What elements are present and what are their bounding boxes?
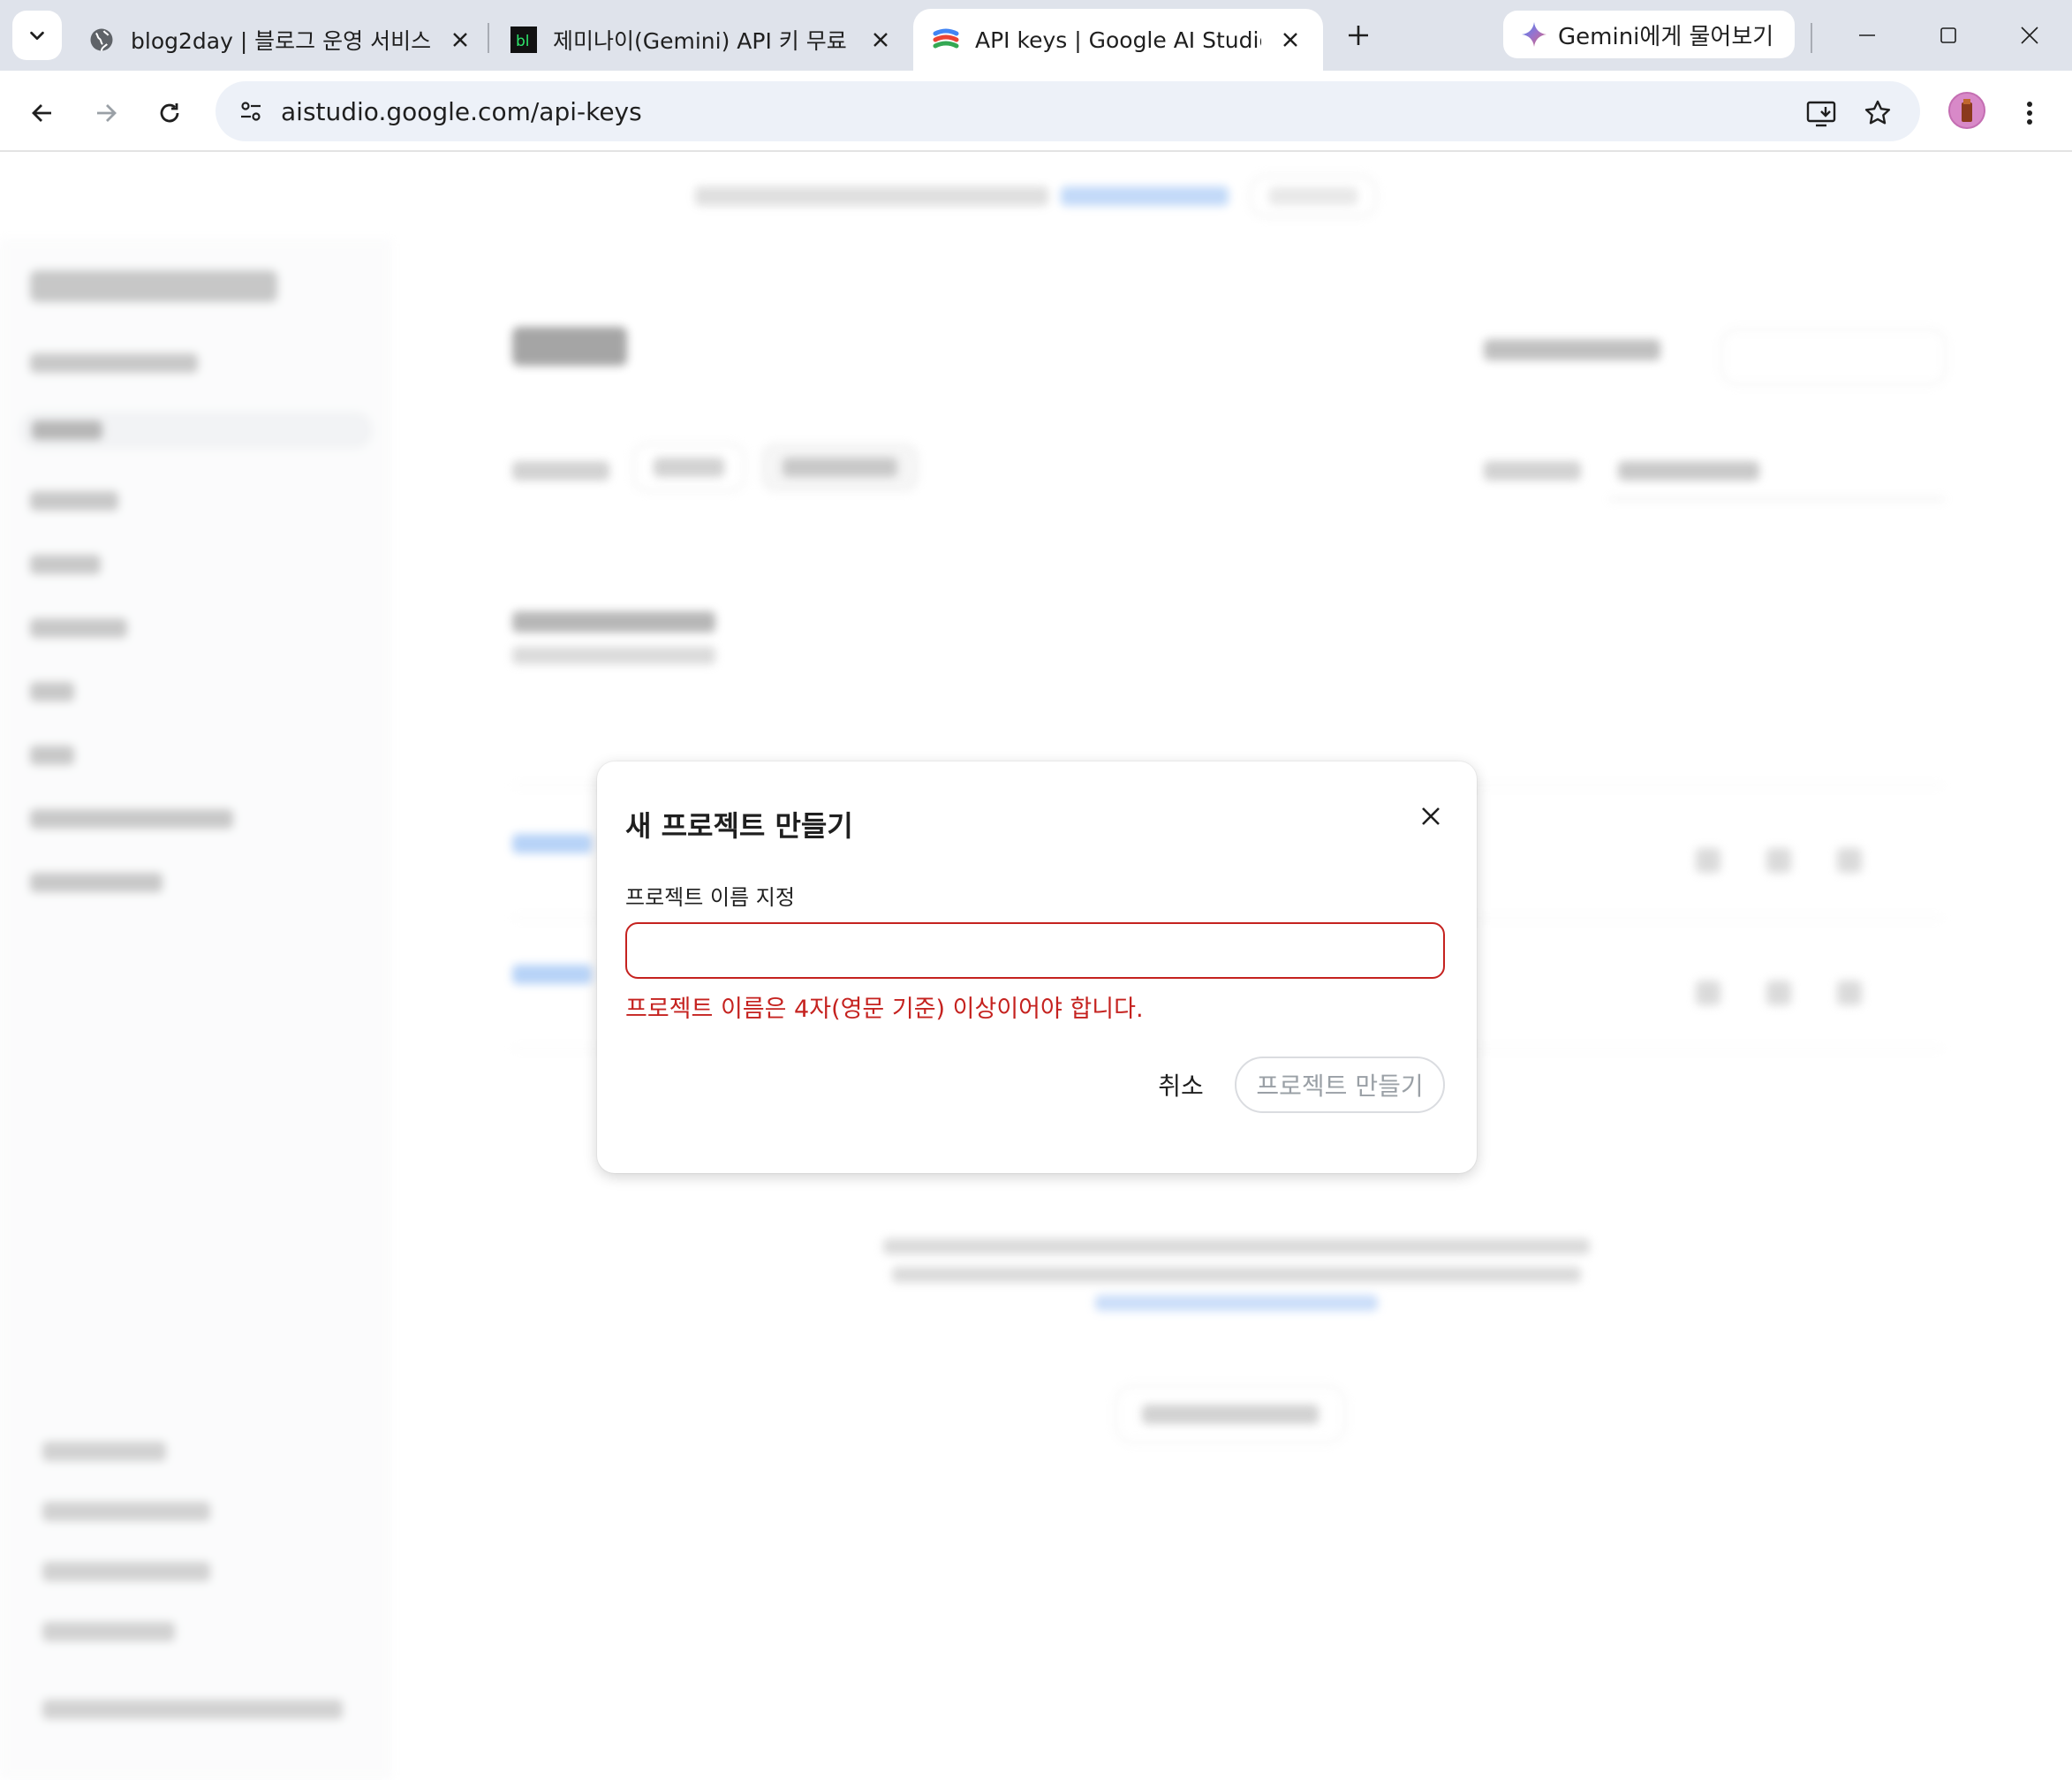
globe-icon bbox=[88, 27, 115, 53]
tab-gemini-api-blog[interactable]: bl 제미나이(Gemini) API 키 무료 bbox=[491, 9, 913, 71]
minimize-icon bbox=[1859, 34, 1875, 36]
browser-menu-button[interactable] bbox=[2008, 92, 2051, 134]
star-icon bbox=[1864, 100, 1891, 125]
back-button[interactable] bbox=[21, 92, 64, 134]
more-vertical-icon bbox=[2027, 102, 2032, 125]
maximize-icon bbox=[1940, 27, 1956, 43]
project-name-label: 프로젝트 이름 지정 bbox=[625, 885, 795, 910]
svg-text:bl: bl bbox=[516, 33, 530, 50]
tab-title: blog2day | 블로그 운영 서비스 bbox=[131, 28, 431, 54]
close-icon bbox=[2021, 27, 2038, 44]
tab-ai-studio[interactable]: API keys | Google AI Studio bbox=[913, 9, 1323, 71]
project-name-input[interactable] bbox=[625, 922, 1445, 979]
address-bar[interactable]: aistudio.google.com/api-keys bbox=[216, 81, 1920, 141]
close-tab-icon[interactable] bbox=[447, 27, 473, 53]
project-name-error: 프로젝트 이름은 4자(영문 기준) 이상이어야 합니다. bbox=[625, 996, 1144, 1023]
cancel-button[interactable]: 취소 bbox=[1127, 1057, 1235, 1113]
create-project-button[interactable]: 프로젝트 만들기 bbox=[1235, 1057, 1445, 1113]
profile-avatar[interactable] bbox=[1948, 92, 1985, 129]
site-info-icon[interactable] bbox=[230, 90, 272, 133]
install-app-button[interactable] bbox=[1800, 92, 1842, 134]
tab-separator bbox=[488, 23, 489, 53]
close-icon bbox=[1422, 807, 1440, 825]
arrow-left-icon bbox=[32, 104, 51, 122]
tab-blog2day[interactable]: blog2day | 블로그 운영 서비스 bbox=[69, 9, 493, 71]
browser-toolbar: aistudio.google.com/api-keys bbox=[0, 71, 2072, 152]
minimize-button[interactable] bbox=[1841, 12, 1894, 58]
plus-icon bbox=[1349, 26, 1368, 45]
close-tab-icon[interactable] bbox=[867, 27, 894, 53]
chevron-down-icon bbox=[30, 31, 44, 41]
close-tab-icon[interactable] bbox=[1277, 27, 1304, 53]
close-window-button[interactable] bbox=[2003, 12, 2056, 58]
tab-separator bbox=[1811, 23, 1812, 53]
url-text: aistudio.google.com/api-keys bbox=[281, 96, 642, 126]
dialog-title: 새 프로젝트 만들기 bbox=[625, 809, 853, 843]
bl-logo-icon: bl bbox=[510, 27, 537, 53]
browser-window: blog2day | 블로그 운영 서비스 bl 제미나이(Gemini) AP… bbox=[0, 0, 2072, 1780]
maximize-button[interactable] bbox=[1922, 12, 1975, 58]
ask-gemini-button[interactable]: Gemini에게 물어보기 bbox=[1503, 11, 1795, 58]
gemini-sparkle-icon bbox=[1522, 22, 1546, 47]
reload-button[interactable] bbox=[148, 92, 191, 134]
create-project-dialog: 새 프로젝트 만들기 프로젝트 이름 지정 프로젝트 이름은 4자(영문 기준)… bbox=[597, 761, 1477, 1173]
tab-title: 제미나이(Gemini) API 키 무료 bbox=[553, 28, 847, 54]
forward-button[interactable] bbox=[85, 92, 127, 134]
reload-icon bbox=[160, 103, 179, 123]
new-tab-button[interactable] bbox=[1339, 16, 1378, 55]
tab-strip: blog2day | 블로그 운영 서비스 bl 제미나이(Gemini) AP… bbox=[0, 0, 2072, 71]
arrow-right-icon bbox=[97, 104, 117, 122]
tab-title: API keys | Google AI Studio bbox=[975, 27, 1261, 53]
ai-studio-icon bbox=[933, 27, 959, 53]
ask-gemini-label: Gemini에게 물어보기 bbox=[1558, 23, 1774, 50]
install-app-icon bbox=[1806, 101, 1836, 127]
bookmark-button[interactable] bbox=[1856, 92, 1899, 134]
tab-search-button[interactable] bbox=[12, 11, 62, 60]
profile-picture-icon bbox=[1962, 99, 1972, 122]
dialog-close-button[interactable] bbox=[1415, 800, 1447, 832]
